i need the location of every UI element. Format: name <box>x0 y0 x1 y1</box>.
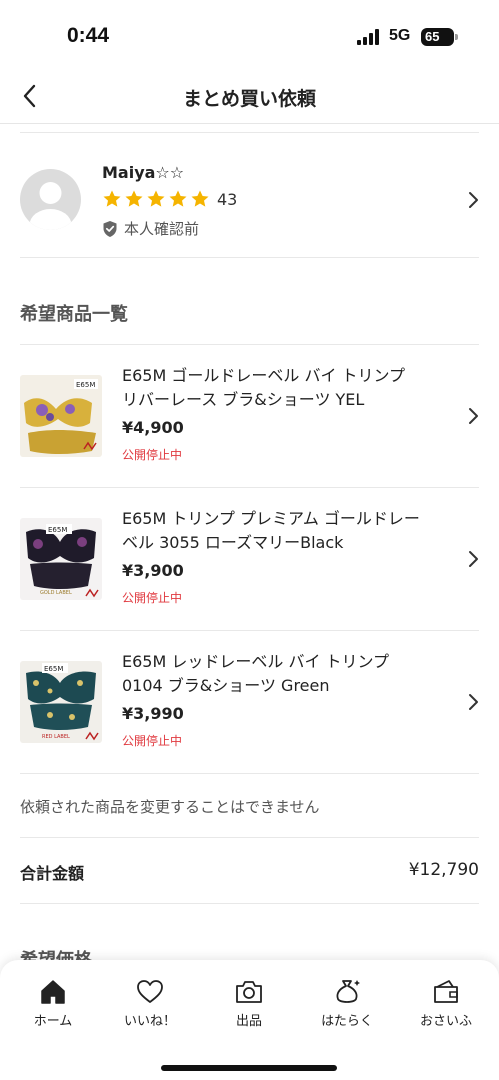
product-price: ¥4,900 <box>122 418 184 437</box>
star-icon <box>191 190 209 207</box>
tab-label: いいね！ <box>123 1014 176 1029</box>
status-bar: 0:44 5G 65 <box>0 0 499 70</box>
home-indicator <box>161 1065 337 1071</box>
avatar <box>20 169 81 230</box>
heart-icon <box>137 980 163 1003</box>
main-content: Maiya☆☆ 43 本人確認前 希望商品一覧 E65M E65M ゴールドレー… <box>0 124 499 964</box>
status-badge: 公開停止中 <box>122 734 183 748</box>
signal-icon <box>357 29 383 45</box>
network-type: 5G <box>389 27 411 44</box>
tab-work[interactable]: はたらく <box>302 978 392 1029</box>
desired-price-title: 希望価格 <box>20 903 479 964</box>
star-icon <box>125 190 143 207</box>
seller-row[interactable]: Maiya☆☆ 43 本人確認前 <box>20 133 479 258</box>
list-item[interactable]: E65M RED LABEL E65M レッドレーベル バイ トリンプ 0104… <box>20 630 479 773</box>
svg-text:E65M: E65M <box>76 381 95 389</box>
star-icon <box>147 190 165 207</box>
total-value: ¥12,790 <box>408 860 479 880</box>
rating-count: 43 <box>217 189 238 209</box>
tab-label: おさいふ <box>419 1014 472 1029</box>
status-badge: 公開停止中 <box>122 448 183 462</box>
tab-sell[interactable]: 出品 <box>204 978 294 1029</box>
tab-wallet[interactable]: おさいふ <box>401 978 491 1029</box>
battery-tip <box>455 34 458 40</box>
list-item[interactable]: E65M GOLD LABEL E65M トリンプ プレミアム ゴールドレーベル… <box>20 487 479 630</box>
total-label: 合計金額 <box>20 864 85 883</box>
verification-status: 本人確認前 <box>102 218 199 239</box>
seller-name: Maiya☆☆ <box>102 163 185 182</box>
battery-icon: 65 <box>421 28 454 46</box>
product-price: ¥3,990 <box>122 704 184 723</box>
seller-rating: 43 <box>102 189 237 209</box>
tab-label: ホーム <box>33 1014 73 1029</box>
product-thumbnail: E65M <box>20 375 102 457</box>
tab-label: 出品 <box>235 1014 262 1029</box>
verification-label: 本人確認前 <box>124 220 200 238</box>
bottom-tab-bar: ホーム いいね！ 出品 はたらく おさいふ <box>0 960 499 1080</box>
chevron-right-icon <box>469 192 478 208</box>
nav-header: まとめ買い依頼 <box>0 70 499 124</box>
tab-label: はたらく <box>321 1014 373 1029</box>
tab-home[interactable]: ホーム <box>8 978 98 1029</box>
svg-text:E65M: E65M <box>44 665 63 673</box>
money-bag-icon <box>336 980 360 1003</box>
product-title: E65M レッドレーベル バイ トリンプ 0104 ブラ&ショーツ Green <box>122 652 390 695</box>
svg-text:GOLD LABEL: GOLD LABEL <box>40 590 72 596</box>
page-title: まとめ買い依頼 <box>182 88 316 110</box>
chevron-right-icon <box>469 694 478 710</box>
chevron-right-icon <box>469 551 478 567</box>
status-time: 0:44 <box>67 24 110 47</box>
star-icon <box>103 190 121 207</box>
chevron-right-icon <box>469 408 478 424</box>
total-row: 合計金額 ¥12,790 <box>20 837 479 903</box>
home-icon <box>41 980 65 1004</box>
star-icon <box>169 190 187 207</box>
camera-icon <box>236 981 262 1003</box>
tab-likes[interactable]: いいね！ <box>105 978 195 1029</box>
list-item[interactable]: E65M E65M ゴールドレーベル バイ トリンプ リバーレース ブラ&ショー… <box>20 344 479 487</box>
product-thumbnail: E65M GOLD LABEL <box>20 518 102 600</box>
status-badge: 公開停止中 <box>122 591 183 605</box>
product-title: E65M ゴールドレーベル バイ トリンプ リバーレース ブラ&ショーツ YEL <box>122 366 406 409</box>
svg-text:E65M: E65M <box>48 526 67 534</box>
wallet-icon <box>434 980 458 1003</box>
svg-text:RED LABEL: RED LABEL <box>42 734 70 740</box>
product-thumbnail: E65M RED LABEL <box>20 661 102 743</box>
notice-text: 依頼された商品を変更することはできません <box>20 773 479 837</box>
product-price: ¥3,900 <box>122 561 184 580</box>
battery-level: 65 <box>425 29 440 44</box>
shield-check-icon <box>103 220 117 237</box>
product-title: E65M トリンプ プレミアム ゴールドレーベル 3055 ローズマリーBlac… <box>122 509 420 552</box>
section-title: 希望商品一覧 <box>20 304 128 325</box>
